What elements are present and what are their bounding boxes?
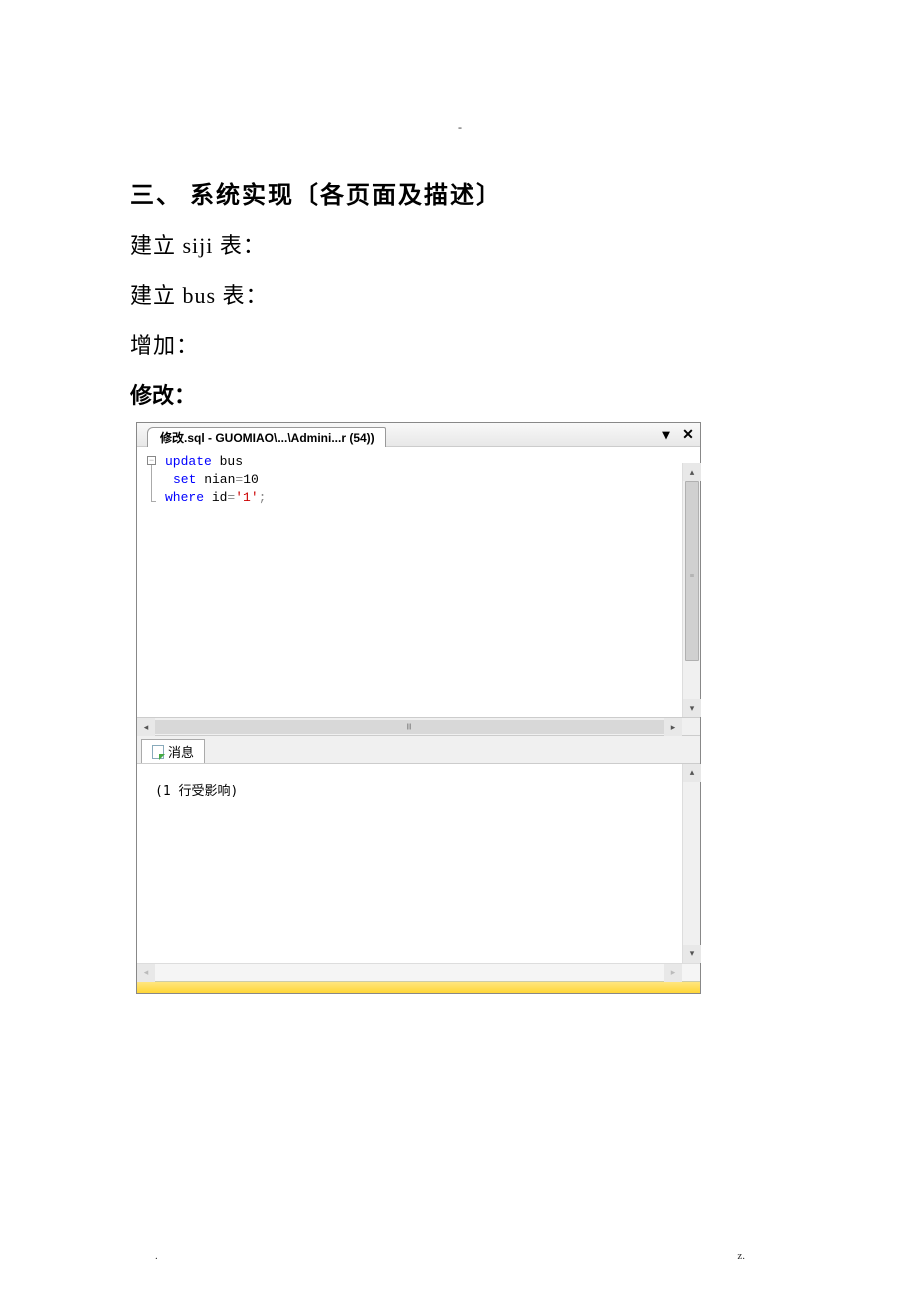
hscroll-thumb[interactable]: Ⅲ bbox=[155, 720, 664, 734]
messages-pane: (1 行受影响) ▴ ▾ bbox=[137, 763, 700, 963]
editor-tab[interactable]: 修改.sql - GUOMIAO\...\Admini...r (54)) bbox=[147, 427, 386, 447]
scroll-left-icon[interactable]: ◂ bbox=[137, 718, 155, 736]
footer-right: z. bbox=[737, 1250, 745, 1262]
section-title: 三、 系统实现〔各页面及描述〕 bbox=[130, 175, 790, 210]
close-icon[interactable]: ✕ bbox=[680, 426, 696, 443]
scroll-up-icon[interactable]: ▴ bbox=[683, 764, 701, 782]
code-vertical-scrollbar[interactable]: ▴ ≡ ▾ bbox=[682, 463, 700, 717]
messages-tab[interactable]: 消息 bbox=[141, 739, 205, 763]
text-add: 增加： bbox=[130, 328, 790, 360]
window-header: 修改.sql - GUOMIAO\...\Admini...r (54)) ▾ … bbox=[137, 423, 700, 447]
keyword-update: update bbox=[165, 454, 212, 469]
keyword-set: set bbox=[173, 472, 196, 487]
scroll-left-icon[interactable]: ◂ bbox=[137, 964, 155, 982]
hscroll-grip-icon: Ⅲ bbox=[406, 723, 413, 732]
msg-vertical-scrollbar[interactable]: ▴ ▾ bbox=[682, 764, 700, 963]
window-dropdown-icon[interactable]: ▾ bbox=[658, 426, 674, 443]
scroll-grip-icon: ≡ bbox=[686, 571, 698, 580]
text-siji: 建立 siji 表： bbox=[130, 228, 790, 260]
page-footer: . z. bbox=[155, 1250, 745, 1262]
scroll-down-icon[interactable]: ▾ bbox=[683, 699, 701, 717]
text-modify: 修改： bbox=[130, 378, 790, 410]
message-text: (1 行受影响) bbox=[137, 764, 700, 815]
sql-editor-window: 修改.sql - GUOMIAO\...\Admini...r (54)) ▾ … bbox=[136, 422, 701, 994]
scroll-down-icon[interactable]: ▾ bbox=[683, 945, 701, 963]
code-area[interactable]: update bus set nian=10 where id='1'; bbox=[137, 447, 700, 513]
messages-tab-bar: 消息 bbox=[137, 735, 700, 763]
code-horizontal-scrollbar[interactable]: ◂ Ⅲ ▸ bbox=[137, 717, 700, 735]
window-controls: ▾ ✕ bbox=[658, 426, 696, 446]
scroll-right-icon[interactable]: ▸ bbox=[664, 718, 682, 736]
message-icon bbox=[152, 745, 164, 759]
text-bus: 建立 bus 表： bbox=[130, 278, 790, 310]
code-pane: − update bus set nian=10 where id='1'; ▴ bbox=[137, 447, 700, 717]
page-header-mark: - bbox=[130, 120, 790, 135]
msg-horizontal-scrollbar[interactable]: ◂ ▸ bbox=[137, 963, 700, 981]
status-bar bbox=[137, 981, 700, 993]
footer-left: . bbox=[155, 1250, 158, 1262]
keyword-where: where bbox=[165, 490, 204, 505]
scroll-up-icon[interactable]: ▴ bbox=[683, 463, 701, 481]
scroll-right-icon[interactable]: ▸ bbox=[664, 964, 682, 982]
